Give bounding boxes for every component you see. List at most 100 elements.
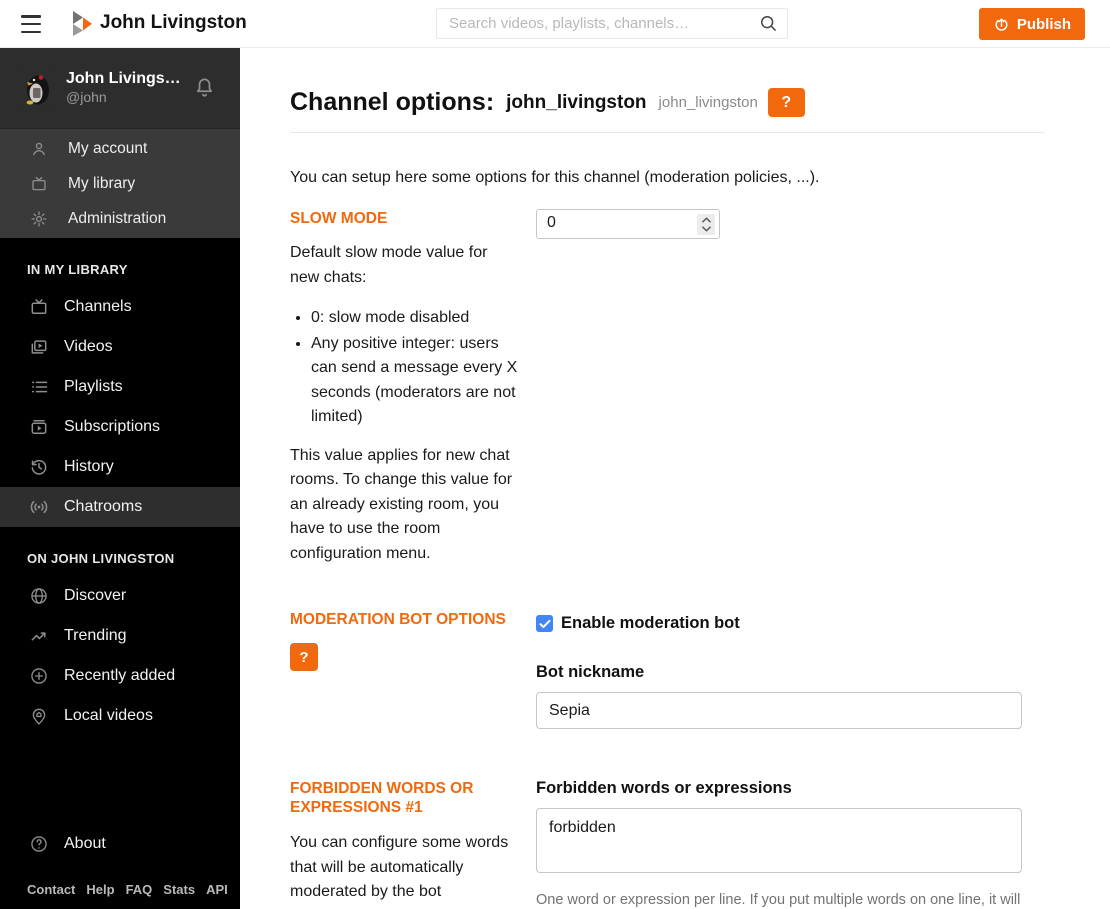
moderation-bot-row: MODERATION BOT OPTIONS ? Enable moderati… — [290, 610, 1045, 729]
slow-mode-title: SLOW MODE — [290, 210, 388, 227]
sidebar-item-label: Channels — [64, 298, 132, 315]
enable-bot-checkbox-row: Enable moderation bot — [536, 614, 1022, 633]
enable-bot-label[interactable]: Enable moderation bot — [561, 614, 740, 633]
sidebar-item-label: Discover — [64, 587, 127, 604]
user-area[interactable]: John Livings… @john — [0, 48, 240, 128]
top-bar: John Livingston Publish — [0, 0, 1110, 48]
slow-mode-input[interactable]: 0 — [536, 209, 720, 239]
app-window: John Livingston Publish — [0, 0, 1110, 909]
search-box — [436, 8, 788, 39]
page-heading: Channel options: john_livingston john_li… — [290, 88, 1045, 117]
sidebar-item-recently-added[interactable]: Recently added — [0, 656, 240, 696]
sidebar-item-channels[interactable]: Channels — [0, 287, 240, 327]
enable-bot-checkbox[interactable] — [536, 615, 553, 632]
channel-name-secondary: john_livingston — [658, 94, 758, 111]
slow-mode-note: This value applies for new chat rooms. T… — [290, 446, 513, 562]
sidebar: John Livings… @john My account My librar… — [0, 48, 240, 909]
footer-link-help[interactable]: Help — [86, 882, 114, 897]
plus-circle-icon — [29, 666, 49, 686]
sidebar-item-subscriptions[interactable]: Subscriptions — [0, 407, 240, 447]
channel-name: john_livingston — [506, 91, 647, 113]
sidebar-item-local-videos[interactable]: Local videos — [0, 696, 240, 736]
publish-button[interactable]: Publish — [978, 8, 1085, 40]
bot-nickname-input[interactable] — [536, 692, 1022, 729]
broadcast-icon — [29, 497, 49, 517]
instance-title[interactable]: John Livingston — [100, 12, 247, 34]
user-handle: @john — [66, 89, 107, 106]
menu-toggle-icon[interactable] — [21, 15, 41, 33]
publish-label: Publish — [1016, 15, 1071, 33]
sidebar-item-label: Videos — [64, 338, 113, 355]
sidebar-item-label: Recently added — [64, 667, 176, 684]
list-item: 0: slow mode disabled — [311, 306, 518, 331]
sidebar-item-label: About — [64, 835, 106, 852]
slow-mode-value: 0 — [547, 214, 556, 231]
section-in-my-library: IN MY LIBRARY Channels Videos Playlists … — [0, 262, 240, 527]
forbidden-words-textarea[interactable]: forbidden — [536, 808, 1022, 873]
avatar[interactable] — [18, 69, 56, 107]
sidebar-item-label: Administration — [68, 209, 167, 227]
account-menu: My account My library Administration — [0, 128, 240, 238]
forbidden-words-helper: One word or expression per line. If you … — [536, 892, 1021, 908]
history-icon — [29, 457, 49, 477]
search-icon[interactable] — [758, 13, 778, 33]
sidebar-item-discover[interactable]: Discover — [0, 576, 240, 616]
footer-link-contact[interactable]: Contact — [27, 882, 75, 897]
forbidden-words-title: FORBIDDEN WORDS OR EXPRESSIONS #1 — [290, 780, 474, 816]
footer-link-api[interactable]: API — [206, 882, 228, 897]
search-input[interactable] — [436, 8, 788, 39]
forbidden-words-row: FORBIDDEN WORDS OR EXPRESSIONS #1 You ca… — [290, 779, 1045, 909]
playlists-icon — [29, 377, 49, 397]
sidebar-footer: Contact Help FAQ Stats API — [0, 864, 240, 909]
sidebar-item-my-account[interactable]: My account — [0, 131, 240, 166]
slow-mode-row: SLOW MODE Default slow mode value for ne… — [290, 209, 1045, 566]
page-title: Channel options: — [290, 88, 495, 116]
moderation-bot-help-button[interactable]: ? — [290, 643, 318, 671]
sidebar-item-label: Local videos — [64, 707, 153, 724]
tv-icon — [30, 175, 48, 193]
question-circle-icon — [29, 834, 49, 854]
list-item: Any positive integer: users can send a m… — [311, 332, 518, 430]
sidebar-item-trending[interactable]: Trending — [0, 616, 240, 656]
sidebar-item-label: Chatrooms — [64, 498, 143, 515]
help-button[interactable]: ? — [767, 88, 805, 117]
sidebar-item-label: Playlists — [64, 378, 123, 395]
number-spinner[interactable] — [697, 214, 715, 235]
forbidden-words-label: Forbidden words or expressions — [536, 779, 792, 797]
user-meta: John Livings… @john — [66, 69, 181, 107]
sidebar-item-label: Trending — [64, 627, 127, 644]
sidebar-item-playlists[interactable]: Playlists — [0, 367, 240, 407]
sidebar-item-label: Subscriptions — [64, 418, 161, 435]
trending-icon — [29, 626, 49, 646]
bot-nickname-label: Bot nickname — [536, 663, 645, 681]
sidebar-item-my-library[interactable]: My library — [0, 166, 240, 201]
section-on-instance: ON JOHN LIVINGSTON Discover Trending Rec… — [0, 551, 240, 736]
moderation-bot-title: MODERATION BOT OPTIONS — [290, 611, 506, 628]
section-title: ON JOHN LIVINGSTON — [27, 551, 175, 566]
upload-icon — [993, 16, 1010, 33]
sidebar-item-about[interactable]: About — [0, 824, 240, 864]
heading-divider — [290, 132, 1045, 133]
footer-link-stats[interactable]: Stats — [163, 882, 195, 897]
slow-mode-options-list: 0: slow mode disabled Any positive integ… — [311, 306, 518, 430]
channels-icon — [29, 297, 49, 317]
sidebar-item-history[interactable]: History — [0, 447, 240, 487]
sidebar-item-label: History — [64, 458, 114, 475]
peertube-logo-icon[interactable] — [70, 10, 94, 37]
sidebar-item-administration[interactable]: Administration — [0, 201, 240, 236]
globe-icon — [29, 586, 49, 606]
slow-mode-description: Default slow mode value for new chats: — [290, 244, 488, 286]
main-content: Channel options: john_livingston john_li… — [240, 48, 1110, 909]
section-title: IN MY LIBRARY — [27, 262, 128, 277]
forbidden-words-description: You can configure some words that will b… — [290, 834, 509, 909]
sidebar-item-label: My library — [68, 174, 136, 192]
sidebar-item-videos[interactable]: Videos — [0, 327, 240, 367]
user-name: John Livings… — [66, 70, 181, 88]
footer-link-faq[interactable]: FAQ — [126, 882, 153, 897]
gear-icon — [30, 210, 48, 228]
sidebar-item-chatrooms[interactable]: Chatrooms — [0, 487, 240, 527]
subscriptions-icon — [29, 417, 49, 437]
intro-text: You can setup here some options for this… — [290, 169, 820, 186]
notifications-bell-icon[interactable] — [193, 74, 216, 99]
person-icon — [30, 140, 48, 158]
